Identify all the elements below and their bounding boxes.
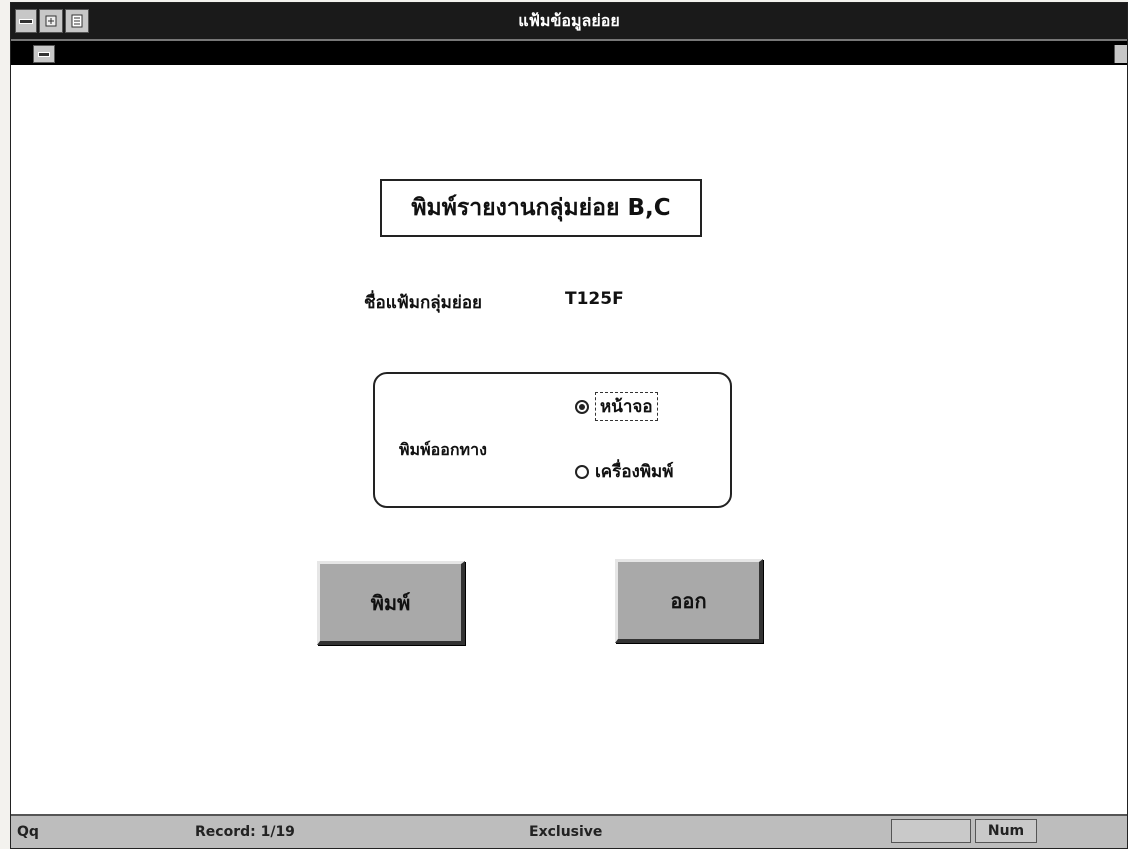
file-name-label: ชื่อแฟ้มกลุ่มย่อย <box>364 293 482 313</box>
status-lock: Exclusive <box>529 824 603 840</box>
status-bar: Qq Record: 1/19 Exclusive Num <box>11 814 1127 848</box>
list-icon[interactable] <box>65 9 89 33</box>
exit-button[interactable]: ออก <box>615 559 763 643</box>
restore-icon[interactable] <box>39 9 63 33</box>
file-name-value: T125F <box>565 289 624 309</box>
print-destination-label: พิมพ์ออกทาง <box>399 440 487 459</box>
status-blank-box <box>891 819 971 843</box>
scroll-arrow-icon[interactable] <box>1114 45 1127 63</box>
window-title: แฟ้มข้อมูลย่อย <box>518 10 620 30</box>
radio-screen[interactable]: หน้าจอ <box>575 392 658 421</box>
form-area: พิมพ์รายงานกลุ่มย่อย B,C ชื่อแฟ้มกลุ่มย่… <box>11 65 1127 816</box>
report-title: พิมพ์รายงานกลุ่มย่อย B,C <box>380 179 702 237</box>
radio-printer-label: เครื่องพิมพ์ <box>595 462 674 482</box>
radio-printer[interactable]: เครื่องพิมพ์ <box>575 458 673 485</box>
title-bar[interactable]: แฟ้มข้อมูลย่อย <box>11 3 1127 39</box>
app-window: แฟ้มข้อมูลย่อย พิมพ์รายงานกลุ่มย่อย B,C … <box>10 2 1128 849</box>
document-control-menu-icon[interactable] <box>33 45 55 63</box>
print-button[interactable]: พิมพ์ <box>317 561 465 645</box>
radio-screen-label: หน้าจอ <box>595 392 658 421</box>
print-destination-group: พิมพ์ออกทาง หน้าจอ เครื่องพิมพ์ <box>373 372 732 508</box>
status-mode: Qq <box>17 824 39 840</box>
control-menu-icon[interactable] <box>15 9 37 33</box>
radio-unselected-icon[interactable] <box>575 464 589 479</box>
menu-bar <box>11 39 1127 67</box>
status-num: Num <box>975 819 1037 843</box>
radio-selected-icon[interactable] <box>575 399 589 414</box>
status-record: Record: 1/19 <box>195 824 295 840</box>
